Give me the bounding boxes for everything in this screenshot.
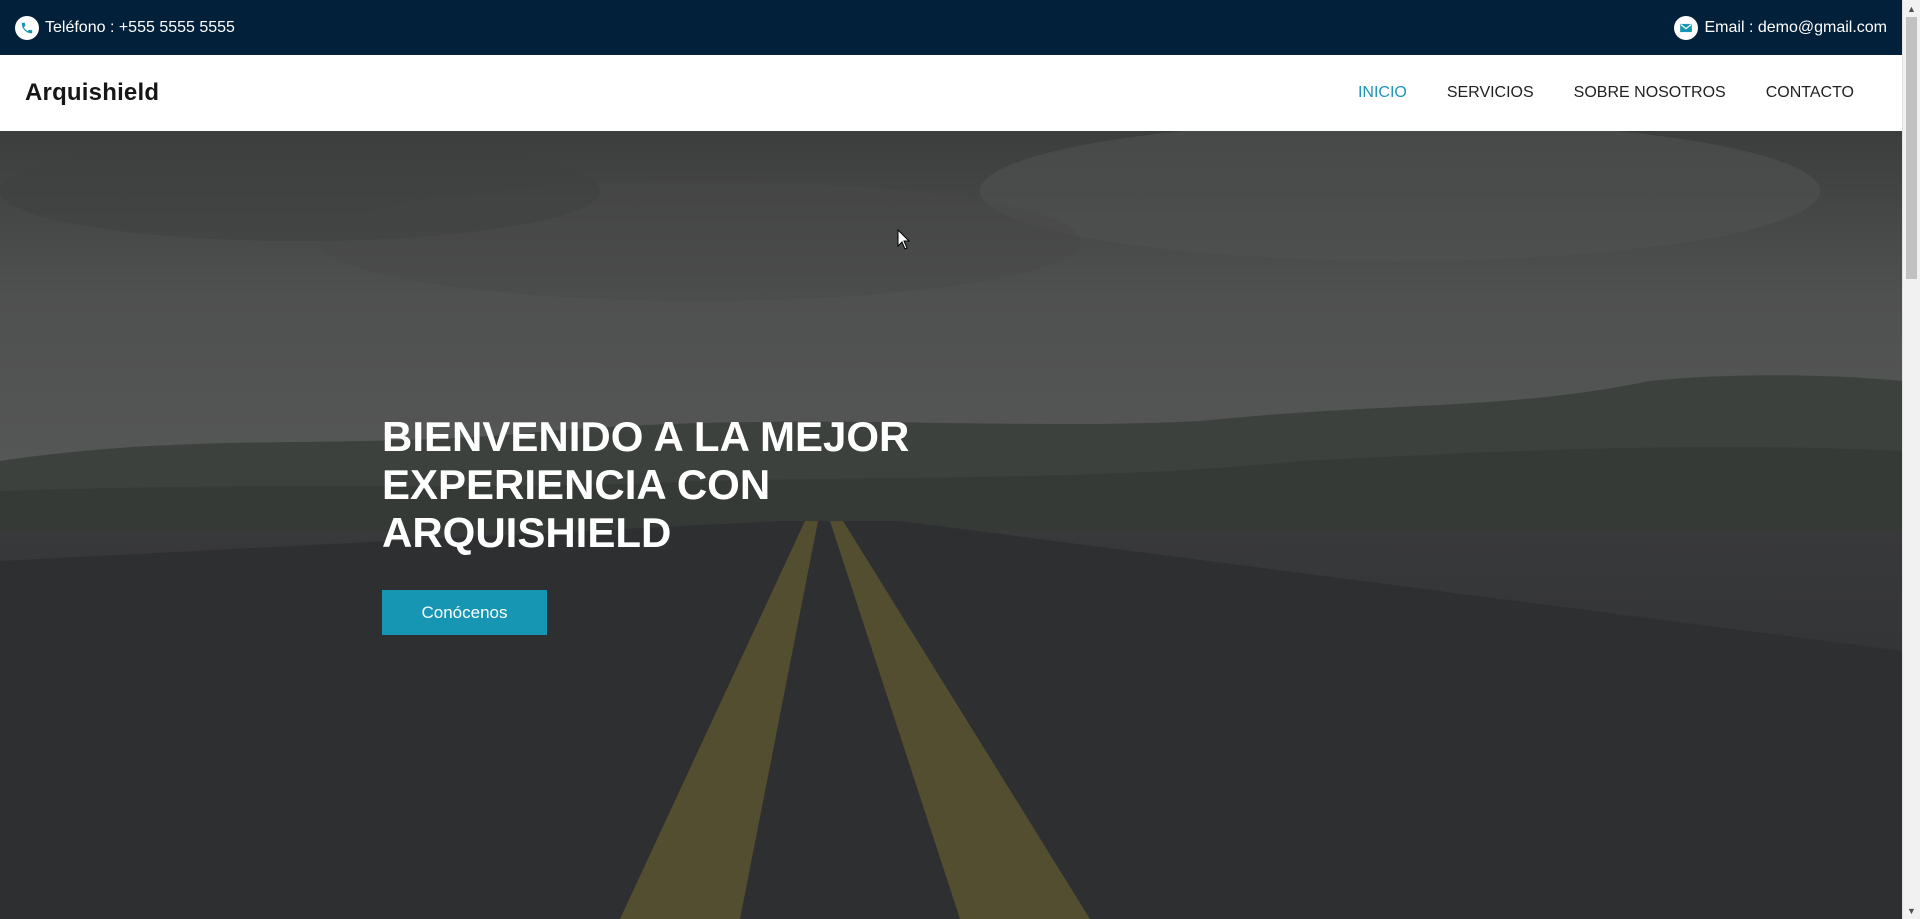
email-text: Email : demo@gmail.com: [1704, 18, 1887, 36]
nav-item-sobre-nosotros[interactable]: SOBRE NOSOTROS: [1574, 84, 1726, 102]
phone-info[interactable]: Teléfono : +555 5555 5555: [15, 15, 235, 40]
scroll-down-arrow-icon[interactable]: ▼: [1903, 902, 1920, 919]
page: Teléfono : +555 5555 5555 Email : demo@g…: [0, 0, 1920, 919]
conocenos-button[interactable]: Conócenos: [382, 590, 547, 635]
mouse-cursor-icon: [897, 229, 911, 250]
scroll-thumb[interactable]: [1906, 17, 1917, 279]
hero-background-image: [0, 131, 1902, 919]
nav-item-servicios[interactable]: SERVICIOS: [1447, 84, 1534, 102]
scroll-up-arrow-icon[interactable]: ▲: [1903, 0, 1920, 17]
hero-title: BIENVENIDO A LA MEJOR EXPERIENCIA CON AR…: [382, 413, 910, 556]
page-scrollbar[interactable]: ▲ ▼: [1902, 0, 1920, 919]
hero-banner: BIENVENIDO A LA MEJOR EXPERIENCIA CON AR…: [0, 131, 1902, 919]
phone-text: Teléfono : +555 5555 5555: [45, 18, 235, 36]
email-info[interactable]: Email : demo@gmail.com: [1674, 15, 1887, 40]
nav-menu: INICIO SERVICIOS SOBRE NOSOTROS CONTACTO: [1358, 84, 1854, 102]
nav-item-contacto[interactable]: CONTACTO: [1766, 84, 1854, 102]
main-navbar: Arquishield INICIO SERVICIOS SOBRE NOSOT…: [0, 55, 1902, 131]
envelope-icon: [1674, 15, 1699, 40]
brand-logo[interactable]: Arquishield: [25, 79, 159, 107]
nav-item-inicio[interactable]: INICIO: [1358, 84, 1407, 102]
top-info-bar: Teléfono : +555 5555 5555 Email : demo@g…: [0, 0, 1902, 55]
phone-icon: [15, 15, 39, 40]
hero-content: BIENVENIDO A LA MEJOR EXPERIENCIA CON AR…: [382, 413, 942, 635]
